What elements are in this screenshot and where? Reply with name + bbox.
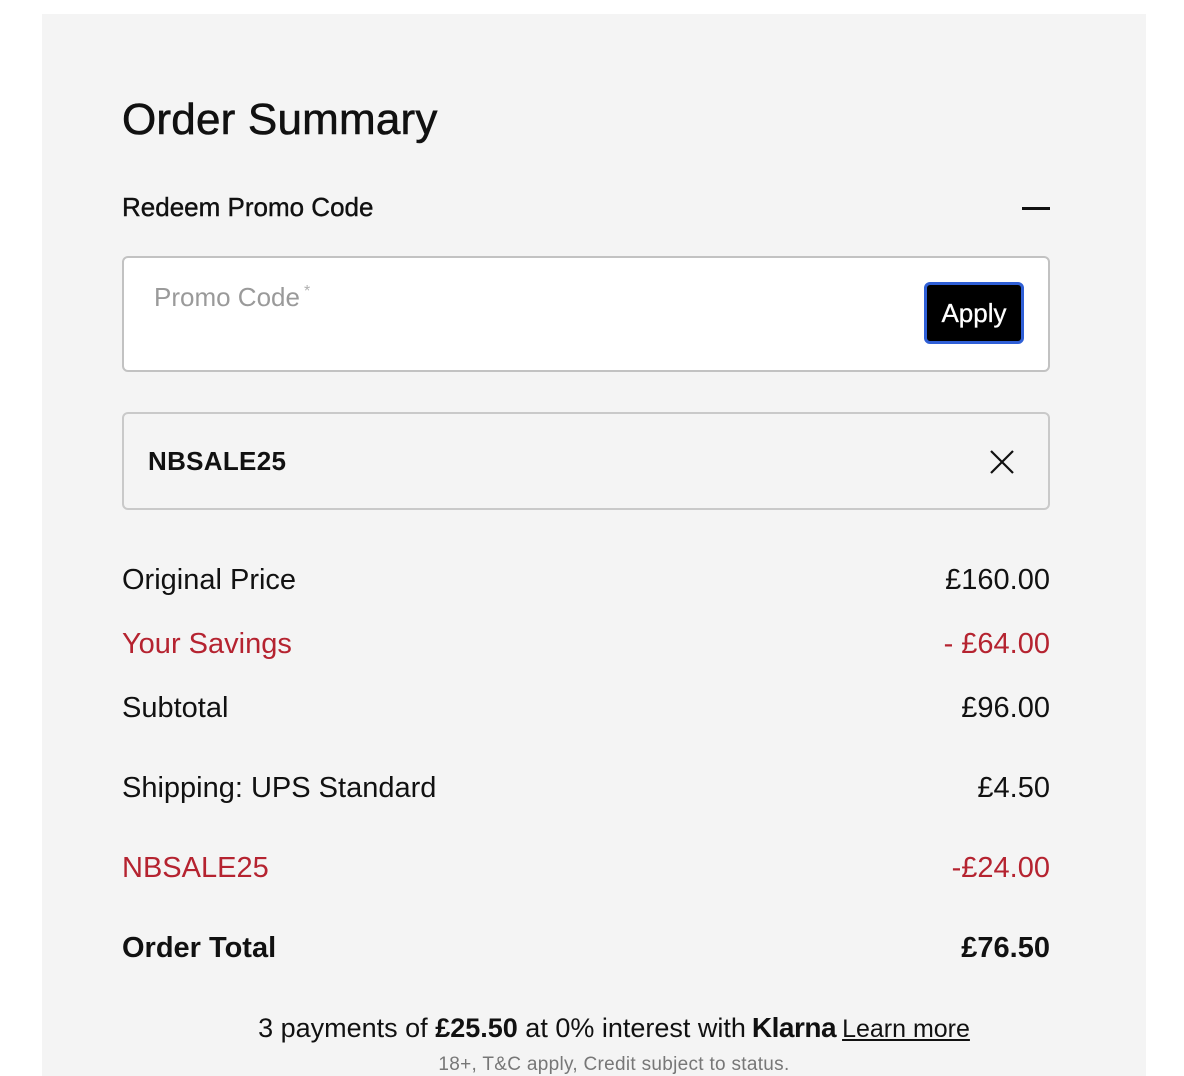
close-icon[interactable] [988,448,1016,476]
klarna-amount: £25.50 [435,1013,518,1043]
page-title: Order Summary [122,95,438,144]
klarna-prefix: 3 payments of [258,1013,428,1043]
subtotal-value: £96.00 [961,692,1050,724]
savings-label: Your Savings [122,628,292,660]
subtotal-label: Subtotal [122,692,229,724]
original-price-value: £160.00 [945,564,1050,596]
promo-code-toggle[interactable]: Redeem Promo Code [122,190,1050,226]
order-summary-panel: Order Summary Redeem Promo Code Promo Co… [42,14,1146,1076]
applied-promo-code: NBSALE25 [122,412,1050,510]
original-price-label: Original Price [122,564,297,596]
required-marker: * [303,283,311,300]
order-total-value: £76.50 [961,932,1050,964]
klarna-fine-print: 18+, T&C apply, Credit subject to status… [438,1054,790,1075]
shipping-value: £4.50 [977,772,1050,804]
savings-value: - £64.00 [943,628,1050,660]
learn-more-link[interactable]: Learn more [842,1015,970,1043]
klarna-message: 3 payments of £25.50 at 0% interest with… [42,1014,1146,1042]
klarna-logo: Klarna [751,1012,837,1043]
promo-code-input[interactable]: Promo Code * Apply [122,256,1050,372]
close-icon-glyph [990,450,1014,474]
promo-header-label: Redeem Promo Code [122,192,374,222]
apply-button[interactable]: Apply [924,282,1024,344]
klarna-middle: at 0% interest with [525,1013,746,1043]
minus-icon[interactable] [1022,200,1050,216]
promo-code-placeholder: Promo Code * [154,282,311,312]
promo-discount-label: NBSALE25 [122,852,269,884]
order-total-label: Order Total [122,932,277,964]
promo-discount-value: -£24.00 [951,852,1050,884]
applied-code-text: NBSALE25 [148,446,287,476]
shipping-label: Shipping: UPS Standard [122,772,437,804]
